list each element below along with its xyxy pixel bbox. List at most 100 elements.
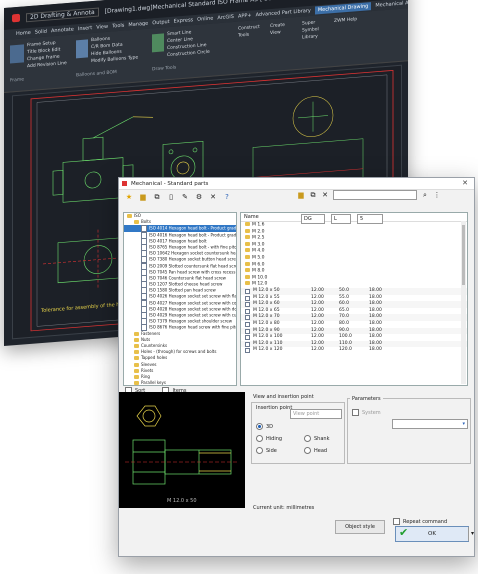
tree-item-label: ISO 8676 Hexagon head screw with fine pi… <box>149 324 236 330</box>
list-item[interactable]: M 12.0 x 60 12.00 60.0 18.00 <box>241 301 467 308</box>
repeat-checkbox[interactable] <box>393 518 400 525</box>
radio-button[interactable] <box>256 447 263 454</box>
list-item[interactable]: M 12.0 x 100 12.00 100.0 18.00 <box>241 334 467 341</box>
balloons-icon[interactable] <box>76 39 88 59</box>
radio-option[interactable]: Shank <box>304 433 329 445</box>
search-combo[interactable] <box>333 190 417 200</box>
delete-icon[interactable]: ✕ <box>321 191 329 199</box>
tree-item-label: Tapped holes <box>141 355 168 361</box>
view-radio-group: 3D Hiding Side <box>256 421 282 457</box>
search-icon[interactable]: ⌕ <box>421 191 429 199</box>
system-checkbox[interactable] <box>352 409 359 416</box>
radio-button[interactable] <box>304 447 311 454</box>
ribbon-tab[interactable]: Solid <box>35 29 47 36</box>
list-group-item[interactable]: M 2.5 <box>241 235 467 242</box>
part-tree[interactable]: ISO Bolts ISO 4014 Hexagon head bolt - Pro… <box>123 212 237 386</box>
list-group-label: M 8.0 <box>252 268 265 274</box>
list-group-item[interactable]: M 8.0 <box>241 268 467 275</box>
folder-icon <box>134 343 139 348</box>
list-cell-name: M 12.0 x 60 <box>253 301 280 307</box>
part-size-list[interactable]: Name DG L 5 M 1.6 M 2.0 M 2.5 M 3.0 M 4.0 M 5… <box>240 212 468 386</box>
chevron-down-icon[interactable]: ▾ <box>468 527 476 541</box>
ribbon-tab[interactable]: Manage <box>128 21 148 29</box>
folder-open-icon[interactable]: ▆ <box>297 191 305 199</box>
new-icon[interactable]: ▯ <box>167 193 175 201</box>
workspace-selector[interactable]: 2D Drafting & Annota <box>26 7 99 22</box>
delete-icon[interactable]: ✕ <box>209 193 217 201</box>
list-group-item[interactable]: M 5.0 <box>241 254 467 262</box>
ribbon-tab[interactable]: ArcGIS <box>217 14 234 21</box>
standard-parts-dialog: Mechanical - Standard parts ✕ ★ ▆ ⧉ ▯ ✎ … <box>118 177 475 557</box>
ribbon-tab[interactable]: Output <box>152 19 169 26</box>
ribbon-tab[interactable]: Mechanical Annota <box>375 0 408 9</box>
list-header: Name DG L 5 <box>241 213 467 224</box>
tree-item-label: Parallel keys <box>141 380 166 386</box>
copy-icon[interactable]: ⧉ <box>309 191 317 199</box>
list-scroll-thumb[interactable] <box>462 225 465 285</box>
list-cell-l: 80.0 <box>339 320 350 326</box>
list-group-item[interactable]: M 6.0 <box>241 261 467 269</box>
folder-icon <box>134 381 139 385</box>
ribbon-tab[interactable]: Tools <box>112 23 124 30</box>
ribbon-tab[interactable]: Annotate <box>51 27 74 35</box>
smart-line-icon[interactable] <box>152 33 164 53</box>
radio-option[interactable]: 3D <box>256 421 282 433</box>
ribbon-button[interactable]: Create View <box>270 21 296 44</box>
close-icon[interactable]: ✕ <box>462 179 468 187</box>
filter-icon[interactable]: ⋮ <box>433 191 441 199</box>
ribbon-button[interactable]: ZWM Help <box>334 16 360 39</box>
frame-setup-icon[interactable] <box>10 44 24 64</box>
list-group-item[interactable]: M 12.0 <box>241 281 467 288</box>
help-icon[interactable]: ? <box>223 193 231 201</box>
ribbon-group-label: Frame <box>10 77 25 84</box>
tree-item[interactable]: Parallel keys <box>124 380 236 386</box>
view-point-combo[interactable]: View point <box>290 409 342 419</box>
chevron-down-icon: ▾ <box>462 421 465 427</box>
ribbon-tab[interactable]: Express <box>174 17 194 25</box>
tree-item-label: ISO 1207 Slotted cheese head screw <box>149 281 223 287</box>
list-item[interactable]: M 12.0 x 80 12.00 80.0 18.00 <box>241 320 467 328</box>
object-style-button[interactable]: Object style <box>335 520 385 534</box>
ribbon-button[interactable]: Construct Tools <box>238 24 264 47</box>
radio-label: Shank <box>314 436 330 442</box>
radio-option[interactable]: Head <box>304 445 329 457</box>
tree-item-label: Ring <box>141 373 150 379</box>
ribbon-tab[interactable]: Online <box>197 16 213 23</box>
list-group-item[interactable]: M 2.0 <box>241 228 467 236</box>
radio-option[interactable]: Side <box>256 445 282 457</box>
document-icon <box>245 315 250 321</box>
list-group-item[interactable]: M 10.0 <box>241 274 467 282</box>
radio-button[interactable] <box>256 423 263 430</box>
folder-icon[interactable]: ▆ <box>139 193 147 201</box>
ribbon-tab[interactable]: View <box>96 24 108 31</box>
list-item[interactable]: M 12.0 x 50 12.00 50.0 18.00 <box>241 287 467 295</box>
parameters-combo[interactable]: ▾ <box>392 419 468 429</box>
radio-button[interactable] <box>256 435 263 442</box>
dialog-title-bar: Mechanical - Standard parts ✕ <box>119 178 474 190</box>
list-group-label: M 2.0 <box>252 229 265 235</box>
list-group-item[interactable]: M 4.0 <box>241 248 467 255</box>
list-cell-l: 120.0 <box>339 347 352 353</box>
ribbon-button[interactable]: Super Symbol Library <box>302 19 328 42</box>
list-scrollbar[interactable] <box>461 221 466 384</box>
ribbon-tab[interactable]: Home <box>16 30 31 37</box>
tool-icon[interactable]: ⚙ <box>195 193 203 201</box>
list-item[interactable]: M 12.0 x 70 12.00 70.0 18.00 <box>241 314 467 321</box>
tree-item-label: ISO 8765 Hexagon head bolt - with fine p… <box>149 244 237 250</box>
insertion-point-box: Insertion point View point 3D Hiding Side … <box>251 402 345 464</box>
list-group-item[interactable]: M 1.6 <box>241 222 467 229</box>
document-icon <box>245 328 250 334</box>
favorite-star-icon[interactable]: ★ <box>125 193 133 201</box>
tree-item-label: Rivets <box>141 367 154 373</box>
list-group-item[interactable]: M 3.0 <box>241 241 467 249</box>
document-icon <box>245 302 250 308</box>
edit-icon[interactable]: ✎ <box>181 193 189 201</box>
ribbon-tab[interactable]: APP+ <box>238 13 252 20</box>
ribbon-tab[interactable]: Insert <box>78 25 92 32</box>
radio-option[interactable]: Hiding <box>256 433 282 445</box>
list-item[interactable]: M 12.0 x 120 12.00 120.0 18.00 <box>241 347 467 354</box>
ribbon-group-balloons: Balloons C/R Bom Data Hide Balloons Modify … <box>76 33 146 78</box>
radio-button[interactable] <box>304 435 311 442</box>
ok-button[interactable]: ✔ OK ▾ <box>395 526 474 542</box>
copy-icon[interactable]: ⧉ <box>153 193 161 201</box>
